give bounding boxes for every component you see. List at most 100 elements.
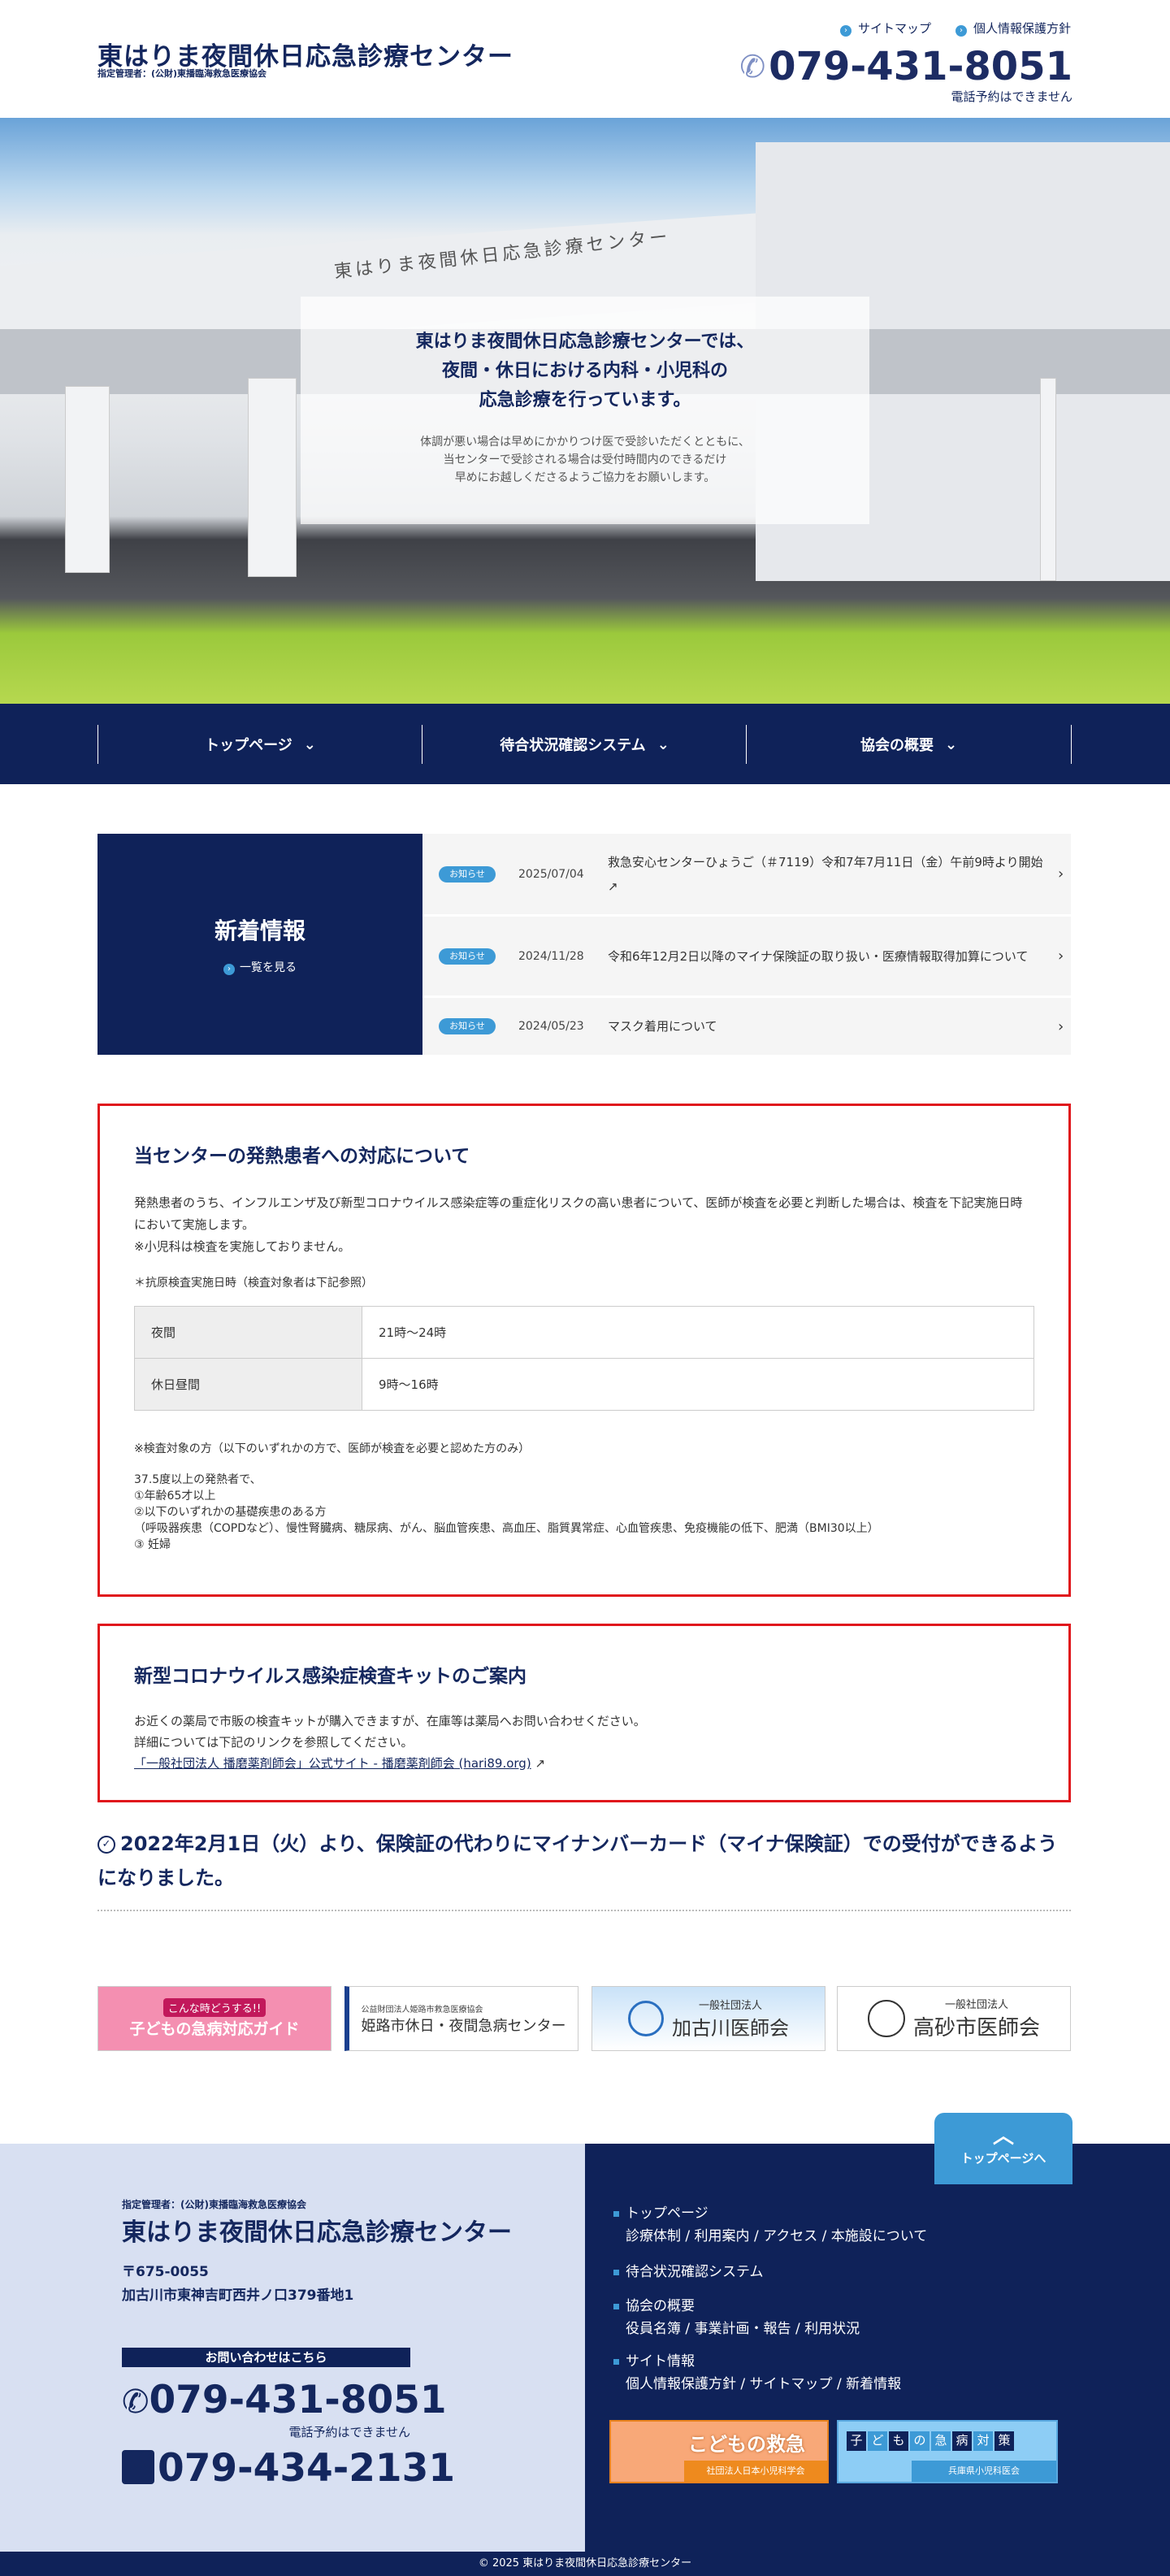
footer-address: 〒675-0055 加古川市東神吉町西井ノ口379番地1	[122, 2261, 353, 2308]
phone-number: 079-431-8051	[769, 44, 1072, 89]
back-to-top-label: トップページへ	[960, 2151, 1046, 2166]
news-item[interactable]: お知らせ 2024/05/23 マスク着用について ›	[422, 998, 1071, 1055]
news-title: 新着情報	[214, 917, 306, 944]
footer-manager: 指定管理者：(公財)東播臨海救急医療協会	[122, 2199, 306, 2210]
banner-takasago-medical[interactable]: 一般社団法人 高砂市医師会	[837, 1986, 1071, 2051]
footer-nav-links[interactable]: 役員名簿 / 事業計画・報告 / 利用状況	[613, 2318, 860, 2340]
pillar	[248, 378, 297, 577]
footer-nav-links[interactable]: 個人情報保護方針 / サイトマップ / 新着情報	[613, 2373, 901, 2396]
square-bullet-icon	[613, 2303, 619, 2309]
hero-message: 東はりま夜間休日応急診療センターでは、 夜間・休日における内科・小児科の 応急診療を…	[301, 297, 869, 524]
news-badge: お知らせ	[439, 948, 496, 965]
news-date: 2024/05/23	[518, 1020, 584, 1033]
news-item[interactable]: お知らせ 2024/11/28 令和6年12月2日以降のマイナ保険証の取り扱い・…	[422, 917, 1071, 995]
banner-title-chars: 子 ど も の 急 病 対 策	[847, 2431, 1014, 2451]
site-header: 東はりま夜間休日応急診療センター 指定管理者：(公財)東播臨海救急医療協会 › サ…	[0, 0, 1170, 118]
external-link-icon: ↗	[535, 1756, 546, 1771]
hero-body-line: 早めにお越しくださるようご協力をお願いします。	[454, 471, 716, 484]
news-item[interactable]: お知らせ 2025/07/04 救急安心センターひょうご（＃7119）令和7年7…	[422, 834, 1071, 914]
banner-kids-guide[interactable]: こんな時どうする!! 子どもの急病対応ガイド	[98, 1986, 332, 2051]
banner-main-text: 姫路市休日・夜間急病センター	[361, 2017, 566, 2035]
banner-top-text: 一般社団法人	[698, 2000, 762, 2012]
footer-phone[interactable]: ✆079-431-8051	[122, 2378, 447, 2422]
news-date: 2025/07/04	[518, 867, 584, 881]
privacy-link[interactable]: › 個人情報保護方針	[955, 20, 1071, 37]
footer-nav-group: サイト情報 個人情報保護方針 / サイトマップ / 新着情報	[613, 2350, 901, 2396]
banner-char: も	[889, 2431, 908, 2451]
footer-nav-heading[interactable]: 協会の概要	[613, 2295, 860, 2318]
banner-sub-text: 兵庫県小児科医会	[912, 2461, 1056, 2482]
news-header: 新着情報 › 一覧を見る	[98, 834, 422, 1055]
notice-text: 2022年2月1日（火）より、保険証の代わりにマイナンバーカード（マイナ保険証）…	[98, 1832, 1058, 1889]
fever-schedule-label: ＊抗原検査実施日時（検査対象者は下記参照）	[134, 1277, 373, 1290]
banner-char: ど	[868, 2431, 887, 2451]
footer-nav-group: トップページ 診療体制 / 利用案内 / アクセス / 本施設について	[613, 2202, 927, 2248]
fax-number: 079-434-2131	[158, 2446, 456, 2491]
pillar	[65, 386, 110, 573]
banner-kodomo-kyukyu[interactable]: こどもの救急 社団法人日本小児科学会	[609, 2420, 829, 2483]
nav-waiting-status[interactable]: 待合状況確認システム ⌄	[422, 725, 747, 764]
chevron-right-icon: ›	[955, 25, 967, 37]
chevron-down-icon: ⌄	[303, 735, 316, 753]
banner-main-text: こどもの救急	[688, 2433, 805, 2456]
test-kit-box: 新型コロナウイルス感染症検査キットのご案内 お近くの薬局で市販の検査キットが購入…	[98, 1624, 1071, 1802]
address: 加古川市東神吉町西井ノ口379番地1	[122, 2288, 354, 2304]
sitemap-label: サイトマップ	[857, 21, 931, 36]
fever-policy-box: 当センターの発熱患者への対応について 発熱患者のうち、インフルエンザ及び新型コロ…	[98, 1104, 1071, 1597]
phone-number: 079-431-8051	[149, 2378, 447, 2422]
kit-paragraph: お近くの薬局で市販の検査キットが購入できますが、在庫等は薬局へお問い合わせくださ…	[134, 1714, 646, 1728]
nav-label: 協会の概要	[860, 737, 934, 754]
fever-paragraph: 発熱患者のうち、インフルエンザ及び新型コロナウイルス感染症等の重症化リスクの高い…	[134, 1195, 1023, 1232]
news-more-label: 一覧を見る	[240, 961, 297, 974]
target-item: （呼吸器疾患（COPDなど）、慢性腎臓病、糖尿病、がん、脳血管疾患、高血圧、脂質…	[134, 1522, 879, 1535]
target-item: ③ 妊婦	[134, 1538, 171, 1551]
fever-note: ※小児科は検査を実施しておりません。	[134, 1239, 351, 1254]
back-to-top-button[interactable]: ︿ トップページへ	[934, 2113, 1072, 2184]
footer-nav-heading[interactable]: サイト情報	[613, 2350, 901, 2373]
row-value: 21時～24時	[362, 1306, 1034, 1359]
footer-nav-head-label: 協会の概要	[626, 2298, 695, 2314]
chevron-right-icon: ›	[1058, 1017, 1064, 1035]
banner-main-text: 加古川医師会	[672, 2017, 789, 2040]
news-badge: お知らせ	[439, 1018, 496, 1034]
external-link-icon: ↗	[608, 878, 618, 894]
privacy-label: 個人情報保護方針	[973, 21, 1071, 36]
pharmacist-association-link[interactable]: 「一般社団法人 播磨薬剤師会」公式サイト - 播磨薬剤師会 (hari89.or…	[134, 1756, 531, 1771]
target-item: ②以下のいずれかの基礎疾患のある方	[134, 1506, 327, 1519]
square-bullet-icon	[613, 2210, 619, 2217]
banner-top-text: 一般社団法人	[944, 1999, 1008, 2011]
footer-nav-links[interactable]: 診療体制 / 利用案内 / アクセス / 本施設について	[613, 2225, 927, 2248]
utility-links: › サイトマップ › 個人情報保護方針	[839, 20, 1071, 37]
header-phone[interactable]: ✆ 079-431-8051	[739, 44, 1072, 89]
chevron-up-icon: ︿	[992, 2124, 1014, 2149]
pillar	[1040, 378, 1056, 581]
nav-association[interactable]: 協会の概要 ⌄	[746, 725, 1071, 764]
banner-char: 対	[973, 2431, 993, 2451]
news-title-text: 救急安心センターひょうご（＃7119）令和7年7月11日（金）午前9時より開始	[608, 854, 1043, 870]
news-title-text: 令和6年12月2日以降のマイナ保険証の取り扱い・医療情報取得加算について	[608, 948, 1029, 964]
sitemap-link[interactable]: › サイトマップ	[839, 20, 931, 37]
hero-image: 東はりま夜間休日応急診療センター 東はりま夜間休日応急診療センターでは、 夜間・休…	[0, 118, 1170, 704]
square-bullet-icon	[613, 2358, 619, 2365]
nav-label: トップページ	[205, 737, 292, 754]
phone-note: 電話予約はできません	[288, 2425, 410, 2439]
check-circle-icon: ✓	[98, 1836, 115, 1854]
banner-top-text: 公益財団法人姫路市救急医療協会	[361, 2005, 483, 2014]
global-nav: トップページ ⌄ 待合状況確認システム ⌄ 協会の概要 ⌄	[0, 704, 1170, 784]
footer-nav-heading[interactable]: 待合状況確認システム	[613, 2261, 764, 2283]
footer-title: 東はりま夜間休日応急診療センター	[122, 2218, 512, 2247]
banner-himeji-center[interactable]: 公益財団法人姫路市救急医療協会姫路市休日・夜間急病センター	[344, 1986, 578, 2051]
banner-sub-text: 社団法人日本小児科学会	[684, 2461, 827, 2482]
square-bullet-icon	[613, 2269, 619, 2275]
footer-nav-group: 協会の概要役員名簿 / 事業計画・報告 / 利用状況	[613, 2295, 860, 2340]
row-value: 9時～16時	[362, 1358, 1034, 1411]
contact-label: お問い合わせはこちら	[122, 2348, 410, 2367]
footer-nav-heading[interactable]: トップページ	[613, 2202, 927, 2225]
hero-body-line: 体調が悪い場合は早めにかかりつけ医で受診いただくとともに、	[420, 436, 750, 449]
banner-kodomo-kyubyo[interactable]: 子 ど も の 急 病 対 策 兵庫県小児科医会	[837, 2420, 1058, 2483]
target-heading: ※検査対象の方（以下のいずれかの方で、医師が検査を必要と認めた方のみ）	[134, 1442, 531, 1455]
nav-top-page[interactable]: トップページ ⌄	[98, 725, 422, 764]
banner-kakogawa-medical[interactable]: 一般社団法人加古川医師会	[592, 1986, 826, 2051]
news-more-link[interactable]: › 一覧を見る	[98, 959, 422, 975]
fever-title: 当センターの発熱患者への対応について	[134, 1146, 470, 1167]
